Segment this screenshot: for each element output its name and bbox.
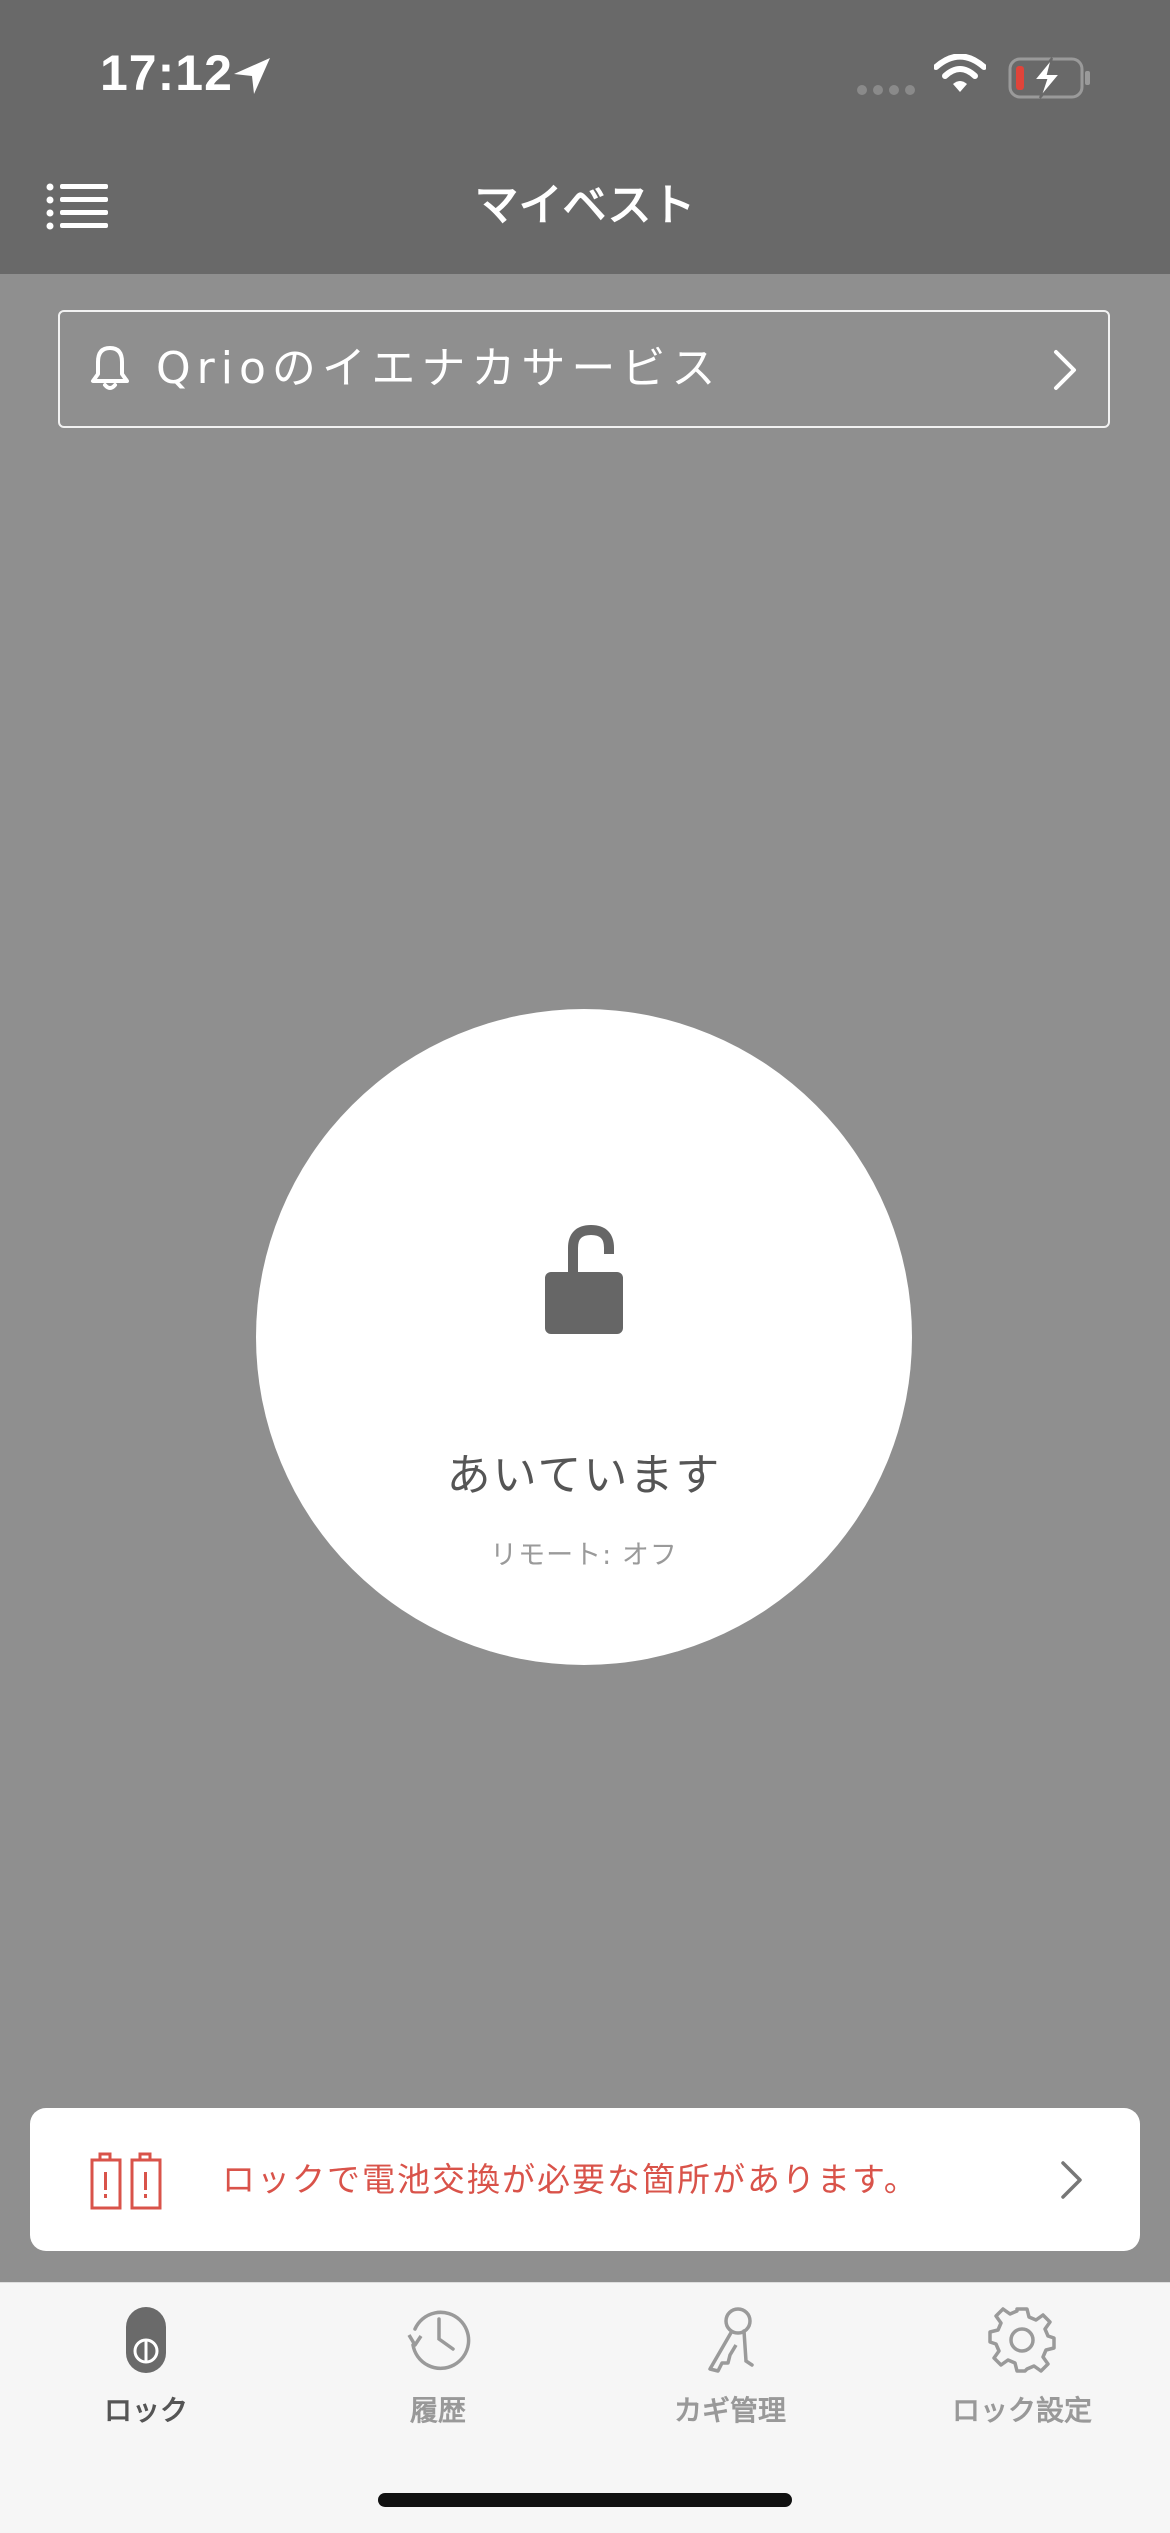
cellular-signal-icon [857, 85, 915, 95]
bell-icon [91, 346, 129, 390]
chevron-right-icon [1061, 2161, 1082, 2199]
tab-label: カギ管理 [673, 2394, 786, 2427]
battery-charging-icon [1008, 57, 1090, 99]
tab-lock-settings[interactable]: ロック設定 [876, 2283, 1168, 2463]
keys-icon [708, 2307, 754, 2373]
tab-label: ロック [103, 2394, 188, 2427]
nav-bar: マイベスト [0, 150, 1170, 274]
history-clock-icon [407, 2310, 471, 2371]
wifi-icon [934, 54, 986, 92]
battery-warning-icon [90, 2152, 162, 2210]
battery-alert-message: ロックで電池交換が必要な箇所があります。 [222, 2160, 919, 2199]
battery-alert-banner[interactable]: ロックで電池交換が必要な箇所があります。 [30, 2108, 1140, 2251]
tab-label: ロック設定 [951, 2394, 1092, 2427]
service-banner-label: Qrioのイエナカサービス [156, 343, 722, 394]
tab-label: 履歴 [409, 2394, 466, 2427]
lock-device-icon [126, 2307, 166, 2373]
status-bar: 17:12 [0, 0, 1170, 150]
status-time: 17:12 [100, 45, 233, 101]
tab-key-management[interactable]: カギ管理 [584, 2283, 876, 2463]
page-title: マイベスト [474, 180, 696, 231]
tab-history[interactable]: 履歴 [292, 2283, 584, 2463]
chevron-right-icon [1054, 350, 1076, 390]
remote-status-text: リモート: オフ [490, 1540, 678, 1571]
lock-toggle-button[interactable]: あいています リモート: オフ [256, 1009, 912, 1665]
home-indicator [378, 2493, 792, 2507]
settings-gear-icon [988, 2307, 1056, 2373]
iena-service-banner[interactable]: Qrioのイエナカサービス [58, 310, 1110, 428]
location-arrow-icon [234, 58, 270, 94]
tab-lock[interactable]: ロック [0, 2283, 292, 2463]
unlocked-padlock-icon [545, 1224, 623, 1334]
lock-status-text: あいています [446, 1450, 722, 1501]
